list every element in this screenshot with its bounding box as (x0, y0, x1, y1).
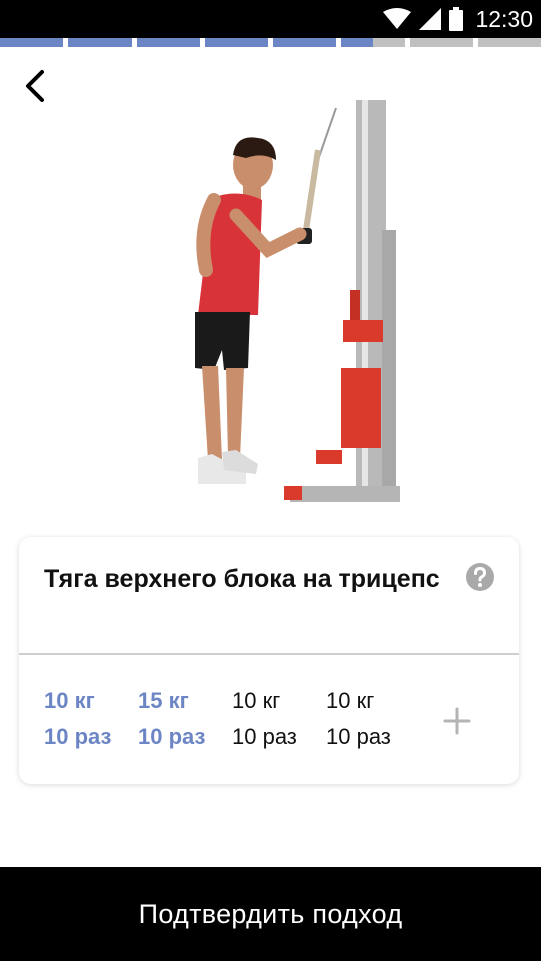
set-weight: 10 кг (44, 688, 95, 713)
exercise-photo (195, 100, 400, 502)
confirm-set-button[interactable]: Подтвердить подход (0, 867, 541, 961)
athlete-figure (195, 137, 307, 484)
progress-segment (136, 38, 200, 47)
add-set-plus-icon[interactable] (441, 705, 473, 737)
progress-segment (273, 38, 337, 47)
card-divider (19, 653, 519, 655)
workout-progress-bar (0, 38, 541, 47)
help-icon[interactable] (465, 562, 495, 592)
set-reps: 10 раз (232, 724, 297, 749)
progress-segment (204, 38, 268, 47)
wifi-icon (383, 8, 412, 29)
set-reps: 10 раз (44, 724, 112, 749)
progress-segment (409, 38, 473, 47)
status-bar: 12:30 (0, 0, 541, 38)
signal-icon (419, 8, 442, 30)
exercise-card: Тяга верхнего блока на трицепс 10 кг 10 р… (19, 537, 519, 784)
back-arrow-icon[interactable] (18, 68, 54, 104)
set-item[interactable]: 10 кг 10 раз (326, 683, 416, 755)
set-item[interactable]: 10 кг 10 раз (44, 683, 134, 755)
cable-machine (284, 100, 400, 502)
exercise-title: Тяга верхнего блока на трицепс (44, 565, 440, 593)
set-weight: 10 кг (326, 688, 375, 713)
set-item[interactable]: 15 кг 10 раз (138, 683, 228, 755)
status-icons: 12:30 (383, 0, 533, 38)
progress-segment (477, 38, 541, 47)
clock: 12:30 (475, 5, 533, 32)
progress-segment (341, 38, 405, 47)
set-reps: 10 раз (138, 724, 206, 749)
set-weight: 15 кг (138, 688, 189, 713)
progress-segment (0, 38, 64, 47)
set-reps: 10 раз (326, 724, 391, 749)
battery-icon (449, 7, 464, 31)
set-item[interactable]: 10 кг 10 раз (232, 683, 322, 755)
set-weight: 10 кг (232, 688, 281, 713)
progress-segment (68, 38, 132, 47)
